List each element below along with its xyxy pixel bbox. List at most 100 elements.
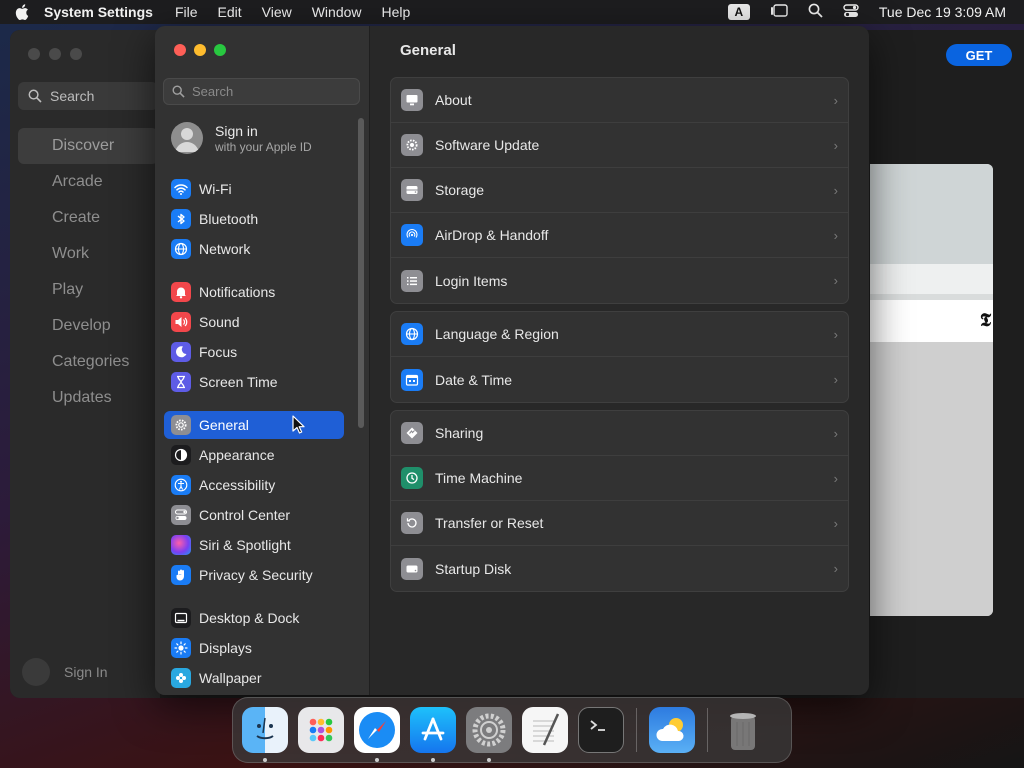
app-store-nav-arcade[interactable]: Arcade [18,164,158,200]
siri-icon [171,535,191,555]
app-store-nav-play[interactable]: Play [18,272,158,308]
hourglass-icon [171,372,191,392]
featured-app-card[interactable]: 𝕿 [870,164,993,616]
running-indicator [487,758,491,762]
app-name-menu[interactable]: System Settings [44,4,153,20]
row-storage[interactable]: Storage › [391,168,848,213]
sidebar-item-desktop-dock[interactable]: Desktop & Dock [164,604,344,632]
dock-terminal-icon[interactable] [578,707,624,753]
stage-manager-icon[interactable] [770,3,788,21]
sidebar-item-control-center[interactable]: Control Center [164,501,344,529]
sidebar-item-label: Wi-Fi [199,181,232,197]
time-machine-icon [401,467,423,489]
sidebar-item-wifi[interactable]: Wi-Fi [164,175,344,203]
row-language-region[interactable]: Language & Region › [391,312,848,357]
dock-launchpad-icon[interactable] [298,707,344,753]
wallpaper-icon [171,668,191,688]
row-label: Transfer or Reset [435,515,544,531]
avatar [22,658,50,686]
sidebar-item-label: Displays [199,640,252,656]
dock-app-store-icon[interactable] [410,707,456,762]
app-store-nav-updates[interactable]: Updates [18,380,158,416]
sidebar-item-label: General [199,417,249,433]
dock-finder-icon[interactable] [242,707,288,762]
row-login-items[interactable]: Login Items › [391,258,848,303]
sidebar-item-displays[interactable]: Displays [164,634,344,662]
app-store-sign-in[interactable]: Sign In [22,658,108,686]
apple-id-subtitle: with your Apple ID [215,139,312,154]
row-label: Language & Region [435,326,559,342]
minimize-button[interactable] [49,48,61,60]
app-store-nav-create[interactable]: Create [18,200,158,236]
control-center-icon[interactable] [843,3,859,21]
menu-window[interactable]: Window [312,4,362,20]
row-about[interactable]: About › [391,78,848,123]
gear-badge-icon [401,134,423,156]
drive-icon [401,179,423,201]
menu-view[interactable]: View [262,4,292,20]
bluetooth-icon [171,209,191,229]
row-label: Startup Disk [435,560,512,577]
reset-icon [401,512,423,534]
accessibility-icon [171,475,191,495]
sidebar-item-privacy-security[interactable]: Privacy & Security [164,561,344,589]
sidebar-item-accessibility[interactable]: Accessibility [164,471,344,499]
chevron-right-icon: › [833,327,838,342]
sidebar-scrollbar[interactable] [358,118,364,428]
sidebar-item-label: Accessibility [199,477,276,493]
row-label: About [435,92,472,108]
minimize-button[interactable] [194,44,206,56]
sidebar-item-wallpaper[interactable]: Wallpaper [164,664,344,692]
app-store-nav-work[interactable]: Work [18,236,158,272]
sidebar-item-network[interactable]: Network [164,235,344,263]
sidebar-item-bluetooth[interactable]: Bluetooth [164,205,344,233]
row-transfer-reset[interactable]: Transfer or Reset › [391,501,848,546]
app-store-nav-discover[interactable]: Discover [18,128,158,164]
dock [232,697,792,763]
apple-id-sign-in[interactable]: Sign in with your Apple ID [171,122,312,154]
get-button[interactable]: GET [946,44,1012,66]
menu-edit[interactable]: Edit [218,4,242,20]
menubar-clock[interactable]: Tue Dec 19 3:09 AM [879,4,1006,20]
dock-safari-icon[interactable] [354,707,400,762]
dock-separator [707,708,708,752]
close-button[interactable] [28,48,40,60]
row-airdrop-handoff[interactable]: AirDrop & Handoff › [391,213,848,258]
sidebar-item-sound[interactable]: Sound [164,308,344,336]
menu-help[interactable]: Help [382,4,411,20]
sidebar-item-focus[interactable]: Focus [164,338,344,366]
apple-menu-icon[interactable] [0,4,44,20]
zoom-button[interactable] [214,44,226,56]
zoom-button[interactable] [70,48,82,60]
sidebar-item-screen-time[interactable]: Screen Time [164,368,344,396]
dock-trash-icon[interactable] [720,707,766,753]
gear-icon [171,415,191,435]
settings-search-field[interactable] [163,78,360,105]
dock-textedit-icon[interactable] [522,707,568,753]
row-time-machine[interactable]: Time Machine › [391,456,848,501]
sidebar-item-siri-spotlight[interactable]: Siri & Spotlight [164,531,344,559]
settings-search-input[interactable] [192,84,352,99]
row-sharing[interactable]: Sharing › [391,411,848,456]
sidebar-item-label: Privacy & Security [199,567,313,583]
search-icon [172,85,185,98]
row-startup-disk[interactable]: Startup Disk › [391,546,848,591]
dock-system-settings-icon[interactable] [466,707,512,762]
spotlight-search-icon[interactable] [808,3,823,21]
dock-weather-icon[interactable] [649,707,695,753]
sidebar-item-notifications[interactable]: Notifications [164,278,344,306]
row-date-time[interactable]: Date & Time › [391,357,848,402]
close-button[interactable] [174,44,186,56]
sidebar-item-general[interactable]: General [164,411,344,439]
app-store-nav-categories[interactable]: Categories [18,344,158,380]
row-label: Login Items [435,272,508,289]
input-source-icon[interactable]: A [727,4,750,20]
chevron-right-icon: › [833,561,838,576]
app-store-nav-develop[interactable]: Develop [18,308,158,344]
row-label: Time Machine [435,470,523,486]
menu-file[interactable]: File [175,4,198,20]
app-store-search-field[interactable]: Search [18,82,158,110]
row-software-update[interactable]: Software Update › [391,123,848,168]
sidebar-item-appearance[interactable]: Appearance [164,441,344,469]
row-label: Storage [435,182,485,198]
